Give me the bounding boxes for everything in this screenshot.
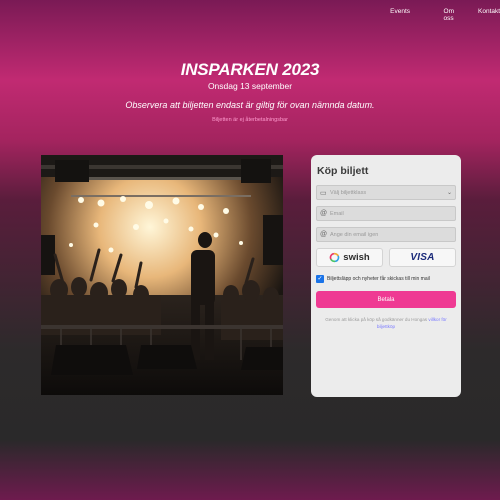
swish-label: swish <box>343 252 370 263</box>
terms-text: Genom att klicka på köp så godkänner du … <box>316 317 456 330</box>
nav-item-om-oss[interactable]: Om oss <box>444 8 454 22</box>
newsletter-checkbox[interactable]: ✓ <box>316 275 324 283</box>
at-sign-icon: @ <box>320 231 328 238</box>
pay-button[interactable]: Betala <box>316 291 456 308</box>
ticket-icon: ▭ <box>320 189 327 197</box>
terms-prefix: Genom att klicka på köp så godkänner du … <box>325 317 428 322</box>
visa-button[interactable]: VISA <box>389 248 456 267</box>
ticket-class-select[interactable]: ▭ Välj biljettklass ⌄ <box>316 185 456 200</box>
refund-note: Biljetten är ej återbetalningsbar <box>212 117 288 123</box>
visa-label: VISA <box>410 252 435 263</box>
ticket-class-placeholder: Välj biljettklass <box>330 189 367 196</box>
newsletter-label: Biljettsläpp och nyheter får skickas til… <box>327 276 430 282</box>
email-field[interactable] <box>330 210 440 217</box>
validity-notice: Observera att biljetten endast är giltig… <box>125 100 375 110</box>
concert-photo <box>41 155 283 395</box>
swish-logo-icon <box>330 252 340 263</box>
payment-methods: swish VISA <box>316 248 456 267</box>
email-field-wrapper: @ <box>316 206 456 221</box>
email-repeat-field[interactable] <box>330 231 440 238</box>
chevron-down-icon: ⌄ <box>446 190 452 196</box>
hero: INSPARKEN 2023 Onsdag 13 september Obser… <box>0 60 500 123</box>
nav-item-kontakt[interactable]: Kontakt <box>478 8 500 15</box>
event-title: INSPARKEN 2023 <box>180 60 320 79</box>
ticket-purchase-card: Köp biljett ▭ Välj biljettklass ⌄ @ @ sw… <box>311 155 461 397</box>
at-sign-icon: @ <box>320 210 328 217</box>
nav-item-events[interactable]: Events <box>390 8 410 15</box>
concert-photo-image <box>41 155 283 395</box>
email-repeat-field-wrapper: @ <box>316 227 456 242</box>
swish-button[interactable]: swish <box>316 248 383 267</box>
event-date: Onsdag 13 september <box>207 81 293 91</box>
newsletter-row: ✓ Biljettsläpp och nyheter får skickas t… <box>316 275 456 283</box>
card-title: Köp biljett <box>317 165 369 177</box>
